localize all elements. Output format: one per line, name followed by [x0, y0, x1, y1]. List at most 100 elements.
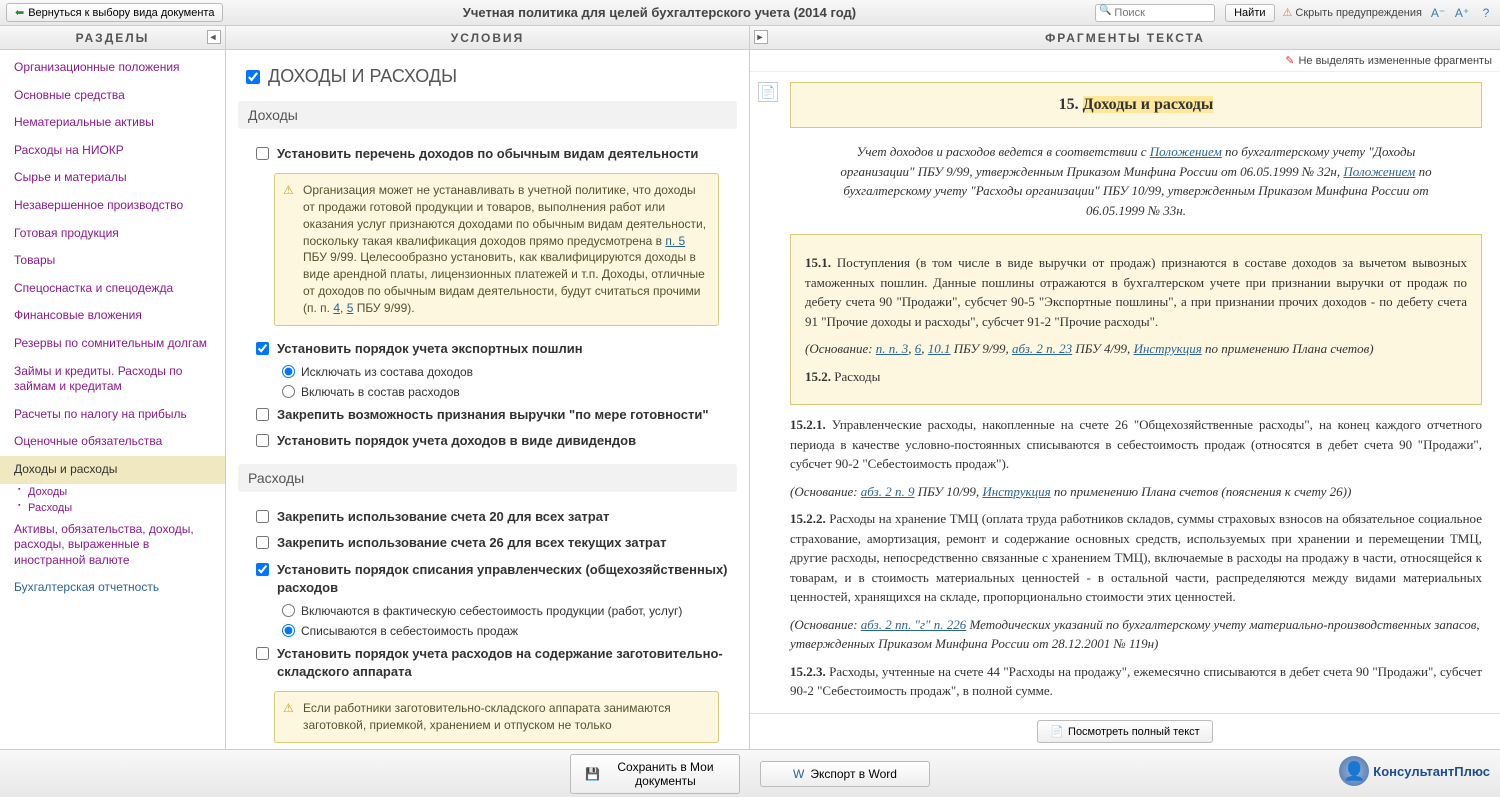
cond-c3-label: Закрепить возможность признания выручки … — [277, 406, 729, 424]
intro-text: Учет доходов и расходов ведется в соотве… — [790, 142, 1482, 234]
cond-c5-checkbox[interactable] — [256, 510, 269, 523]
fragments-header: ► ФРАГМЕНТЫ ТЕКСТА — [750, 26, 1500, 50]
sub-section-item[interactable]: Расходы — [28, 500, 225, 516]
section-item[interactable]: Нематериальные активы — [0, 109, 225, 137]
conditions-header: УСЛОВИЯ — [226, 26, 749, 50]
topbar: ⬅ Вернуться к выбору вида документа Учет… — [0, 0, 1500, 26]
link-regulation-1[interactable]: Положением — [1150, 144, 1222, 159]
note-c1: Организация может не устанавливать в уче… — [274, 173, 719, 325]
section-item[interactable]: Сырье и материалы — [0, 164, 225, 192]
cite-1522: (Основание: абз. 2 пп. "г" п. 226 Методи… — [790, 615, 1482, 654]
radio-r2a-label: Исключать из состава доходов — [301, 365, 473, 379]
radio-r2b-label: Включать в состав расходов — [301, 385, 460, 399]
section-item[interactable]: Оценочные обязательства — [0, 428, 225, 456]
sub-section-item[interactable]: Доходы — [28, 484, 225, 500]
cond-c7-checkbox[interactable] — [256, 563, 269, 576]
section-item[interactable]: Товары — [0, 247, 225, 275]
group-income: Доходы — [238, 101, 737, 129]
help-icon[interactable]: ? — [1478, 5, 1494, 21]
cite-1521: (Основание: абз. 2 п. 9 ПБУ 10/99, Инстр… — [790, 482, 1482, 502]
cond-c1-checkbox[interactable] — [256, 147, 269, 160]
highlight-icon: ✎ — [1285, 54, 1294, 67]
link-regulation-2[interactable]: Положением — [1343, 164, 1415, 179]
back-button[interactable]: ⬅ Вернуться к выбору вида документа — [6, 3, 223, 22]
cite2-l1[interactable]: абз. 2 п. 9 — [861, 484, 915, 499]
section-item[interactable]: Основные средства — [0, 82, 225, 110]
cond-c5-label: Закрепить использование счета 20 для все… — [277, 508, 729, 526]
cite1-l4[interactable]: абз. 2 п. 23 — [1012, 341, 1072, 356]
footer: 💾 Сохранить в Мои документы W Экспорт в … — [0, 749, 1500, 797]
section-item[interactable]: Готовая продукция — [0, 220, 225, 248]
export-word-button[interactable]: W Экспорт в Word — [760, 761, 930, 787]
font-decrease-icon[interactable]: A⁻ — [1430, 5, 1446, 21]
no-highlight-button[interactable]: ✎ Не выделять измененные фрагменты — [1285, 54, 1492, 67]
cite3-l1[interactable]: абз. 2 пп. "г" п. 226 — [861, 617, 966, 632]
section-item[interactable]: Финансовые вложения — [0, 302, 225, 330]
radio-r7b-label: Списываются в себестоимость продаж — [301, 624, 518, 638]
radio-r7b[interactable] — [282, 624, 295, 637]
fragments-panel: ► ФРАГМЕНТЫ ТЕКСТА ✎ Не выделять изменен… — [750, 26, 1500, 749]
find-button[interactable]: Найти — [1225, 4, 1274, 22]
link-4[interactable]: 4 — [333, 301, 340, 315]
conditions-panel: УСЛОВИЯ ДОХОДЫ И РАСХОДЫ Доходы Установи… — [226, 26, 750, 749]
section-item-active[interactable]: Доходы и расходы — [0, 456, 225, 484]
word-icon: W — [793, 767, 804, 781]
cite2-l2[interactable]: Инструкция — [982, 484, 1050, 499]
view-full-text-button[interactable]: 📄 Посмотреть полный текст — [1037, 720, 1212, 743]
logo: 👤 КонсультантПлюс — [1339, 756, 1490, 786]
collapse-left-icon[interactable]: ◄ — [207, 30, 221, 44]
expand-right-icon[interactable]: ► — [754, 30, 768, 44]
section-item[interactable]: Организационные положения — [0, 54, 225, 82]
save-button[interactable]: 💾 Сохранить в Мои документы — [570, 754, 740, 794]
back-label: Вернуться к выбору вида документа — [28, 7, 214, 19]
hide-warnings-button[interactable]: ⚠ Скрыть предупреждения — [1283, 6, 1423, 19]
section-checkbox[interactable] — [246, 70, 260, 84]
section-item[interactable]: Расчеты по налогу на прибыль — [0, 401, 225, 429]
section-item-reports[interactable]: Бухгалтерская отчетность — [0, 574, 225, 602]
cite1-l3[interactable]: 10.1 — [928, 341, 951, 356]
radio-r2a[interactable] — [282, 365, 295, 378]
highlighted-block: 15.1. Поступления (в том числе в виде вы… — [790, 234, 1482, 405]
search-input[interactable] — [1095, 4, 1215, 22]
section-item[interactable]: Активы, обязательства, доходы, расходы, … — [0, 516, 225, 575]
section-item[interactable]: Незавершенное производство — [0, 192, 225, 220]
fragment-title: 15. Доходы и расходы — [790, 82, 1482, 128]
logo-icon: 👤 — [1339, 756, 1369, 786]
document-icon: 📄 — [1050, 725, 1064, 738]
para-1523: 15.2.3. Расходы, учтенные на счете 44 "Р… — [790, 662, 1482, 701]
section-item[interactable]: Займы и кредиты. Расходы по займам и кре… — [0, 358, 225, 401]
save-label: Сохранить в Мои документы — [606, 760, 725, 788]
cond-c4-checkbox[interactable] — [256, 434, 269, 447]
cite1-l5[interactable]: Инструкция — [1134, 341, 1202, 356]
warning-icon: ⚠ — [1283, 6, 1293, 19]
section-item[interactable]: Расходы на НИОКР — [0, 137, 225, 165]
radio-r2b[interactable] — [282, 385, 295, 398]
cite1-l2[interactable]: 6 — [915, 341, 922, 356]
save-icon: 💾 — [585, 767, 600, 781]
sections-header: РАЗДЕЛЫ ◄ — [0, 26, 225, 50]
cond-c2-checkbox[interactable] — [256, 342, 269, 355]
no-highlight-label: Не выделять измененные фрагменты — [1298, 55, 1492, 67]
section-item[interactable]: Резервы по сомнительным долгам — [0, 330, 225, 358]
document-icon[interactable]: 📄 — [758, 82, 778, 102]
search-icon — [1095, 4, 1215, 22]
conditions-title: ДОХОДЫ И РАСХОДЫ — [246, 66, 729, 87]
cond-c6-checkbox[interactable] — [256, 536, 269, 549]
link-p5[interactable]: п. 5 — [665, 234, 685, 248]
radio-r7a[interactable] — [282, 604, 295, 617]
font-increase-icon[interactable]: A⁺ — [1454, 5, 1470, 21]
sections-panel: РАЗДЕЛЫ ◄ Организационные положенияОснов… — [0, 26, 226, 749]
cite1-l1[interactable]: п. п. 3 — [876, 341, 909, 356]
cond-c2-label: Установить порядок учета экспортных пошл… — [277, 340, 729, 358]
cond-c8-checkbox[interactable] — [256, 647, 269, 660]
full-text-label: Посмотреть полный текст — [1068, 726, 1200, 738]
group-expense: Расходы — [238, 464, 737, 492]
para-1522: 15.2.2. Расходы на хранение ТМЦ (оплата … — [790, 509, 1482, 607]
export-label: Экспорт в Word — [810, 767, 897, 781]
cond-c8-label: Установить порядок учета расходов на сод… — [277, 645, 729, 681]
hide-warnings-label: Скрыть предупреждения — [1295, 7, 1422, 19]
arrow-left-icon: ⬅ — [15, 6, 24, 19]
cond-c3-checkbox[interactable] — [256, 408, 269, 421]
cond-c1-label: Установить перечень доходов по обычным в… — [277, 145, 729, 163]
section-item[interactable]: Спецоснастка и спецодежда — [0, 275, 225, 303]
